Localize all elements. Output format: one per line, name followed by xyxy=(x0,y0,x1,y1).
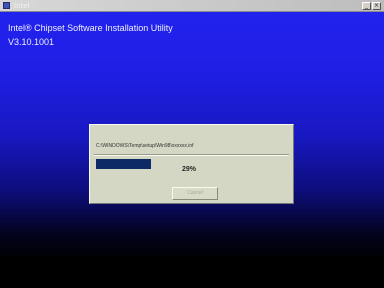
dialog-divider xyxy=(94,154,289,156)
app-version: V3.10.1001 xyxy=(8,37,55,47)
app-title: Intel® Chipset Software Installation Uti… xyxy=(8,23,173,33)
installer-window: Intel _ × Intel® Chipset Software Instal… xyxy=(0,0,384,288)
window-controls: _ × xyxy=(362,2,381,10)
progress-bar-fill xyxy=(96,159,152,169)
title-bar[interactable]: Intel _ × xyxy=(0,0,384,12)
installer-background: Intel® Chipset Software Installation Uti… xyxy=(0,12,384,288)
progress-percent: 29% xyxy=(182,166,197,173)
window-title: Intel xyxy=(14,2,30,10)
app-icon xyxy=(3,2,10,9)
minimize-button[interactable]: _ xyxy=(362,2,371,10)
close-button[interactable]: × xyxy=(372,2,381,10)
current-file-path: C:\WINDOWS\Temp\setup\Win98\xxxxxx.inf xyxy=(96,143,194,149)
progress-dialog: C:\WINDOWS\Temp\setup\Win98\xxxxxx.inf 2… xyxy=(89,124,294,204)
cancel-button[interactable]: Cancel xyxy=(172,187,218,200)
